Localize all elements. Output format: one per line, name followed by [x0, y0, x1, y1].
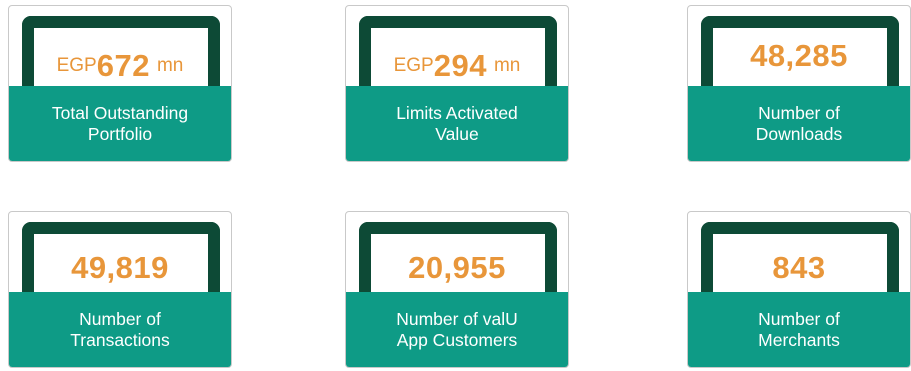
kpi-label-line1: Number of valU [396, 308, 518, 329]
kpi-label-line1: Limits Activated [396, 102, 518, 123]
kpi-card-number-of-valu-app-customers: 20,955 Number of valU App Customers [345, 211, 569, 368]
kpi-card-total-outstanding-portfolio: EGP 672 mn Total Outstanding Portfolio [8, 5, 232, 162]
unit-suffix: mn [493, 55, 521, 76]
kpi-number: 294 [433, 48, 487, 83]
kpi-label: Number of Downloads [688, 86, 910, 161]
kpi-value: 843 [688, 248, 910, 288]
kpi-label-line2: Portfolio [87, 123, 153, 144]
kpi-number: 49,819 [71, 250, 169, 285]
kpi-label-line1: Number of [79, 308, 161, 329]
kpi-value: EGP 672 mn [9, 46, 231, 86]
kpi-label-line2: Downloads [755, 123, 843, 144]
kpi-card-number-of-transactions: 49,819 Number of Transactions [8, 211, 232, 368]
kpi-label: Limits Activated Value [346, 86, 568, 161]
kpi-label-line2: App Customers [396, 329, 518, 350]
unit-suffix: mn [156, 55, 184, 76]
kpi-card-number-of-downloads: 48,285 Number of Downloads [687, 5, 911, 162]
kpi-value: 49,819 [9, 248, 231, 288]
kpi-label: Total Outstanding Portfolio [9, 86, 231, 161]
kpi-label-line2: Value [435, 123, 479, 144]
kpi-value: 20,955 [346, 248, 568, 288]
kpi-value: 48,285 [688, 36, 910, 76]
kpi-card-limits-activated-value: EGP 294 mn Limits Activated Value [345, 5, 569, 162]
kpi-number: 672 [96, 48, 150, 83]
kpi-label: Number of valU App Customers [346, 292, 568, 367]
kpi-value: EGP 294 mn [346, 46, 568, 86]
kpi-label-line1: Total Outstanding [51, 102, 189, 123]
kpi-label: Number of Transactions [9, 292, 231, 367]
kpi-number: 843 [772, 250, 826, 285]
currency-prefix: EGP [393, 55, 434, 76]
kpi-card-number-of-merchants: 843 Number of Merchants [687, 211, 911, 368]
currency-prefix: EGP [56, 55, 97, 76]
kpi-label-line1: Number of [758, 102, 840, 123]
kpi-label-line1: Number of [758, 308, 840, 329]
kpi-label-line2: Merchants [758, 329, 840, 350]
kpi-number: 48,285 [750, 38, 848, 73]
kpi-label-line2: Transactions [70, 329, 170, 350]
kpi-number: 20,955 [408, 250, 506, 285]
kpi-label: Number of Merchants [688, 292, 910, 367]
